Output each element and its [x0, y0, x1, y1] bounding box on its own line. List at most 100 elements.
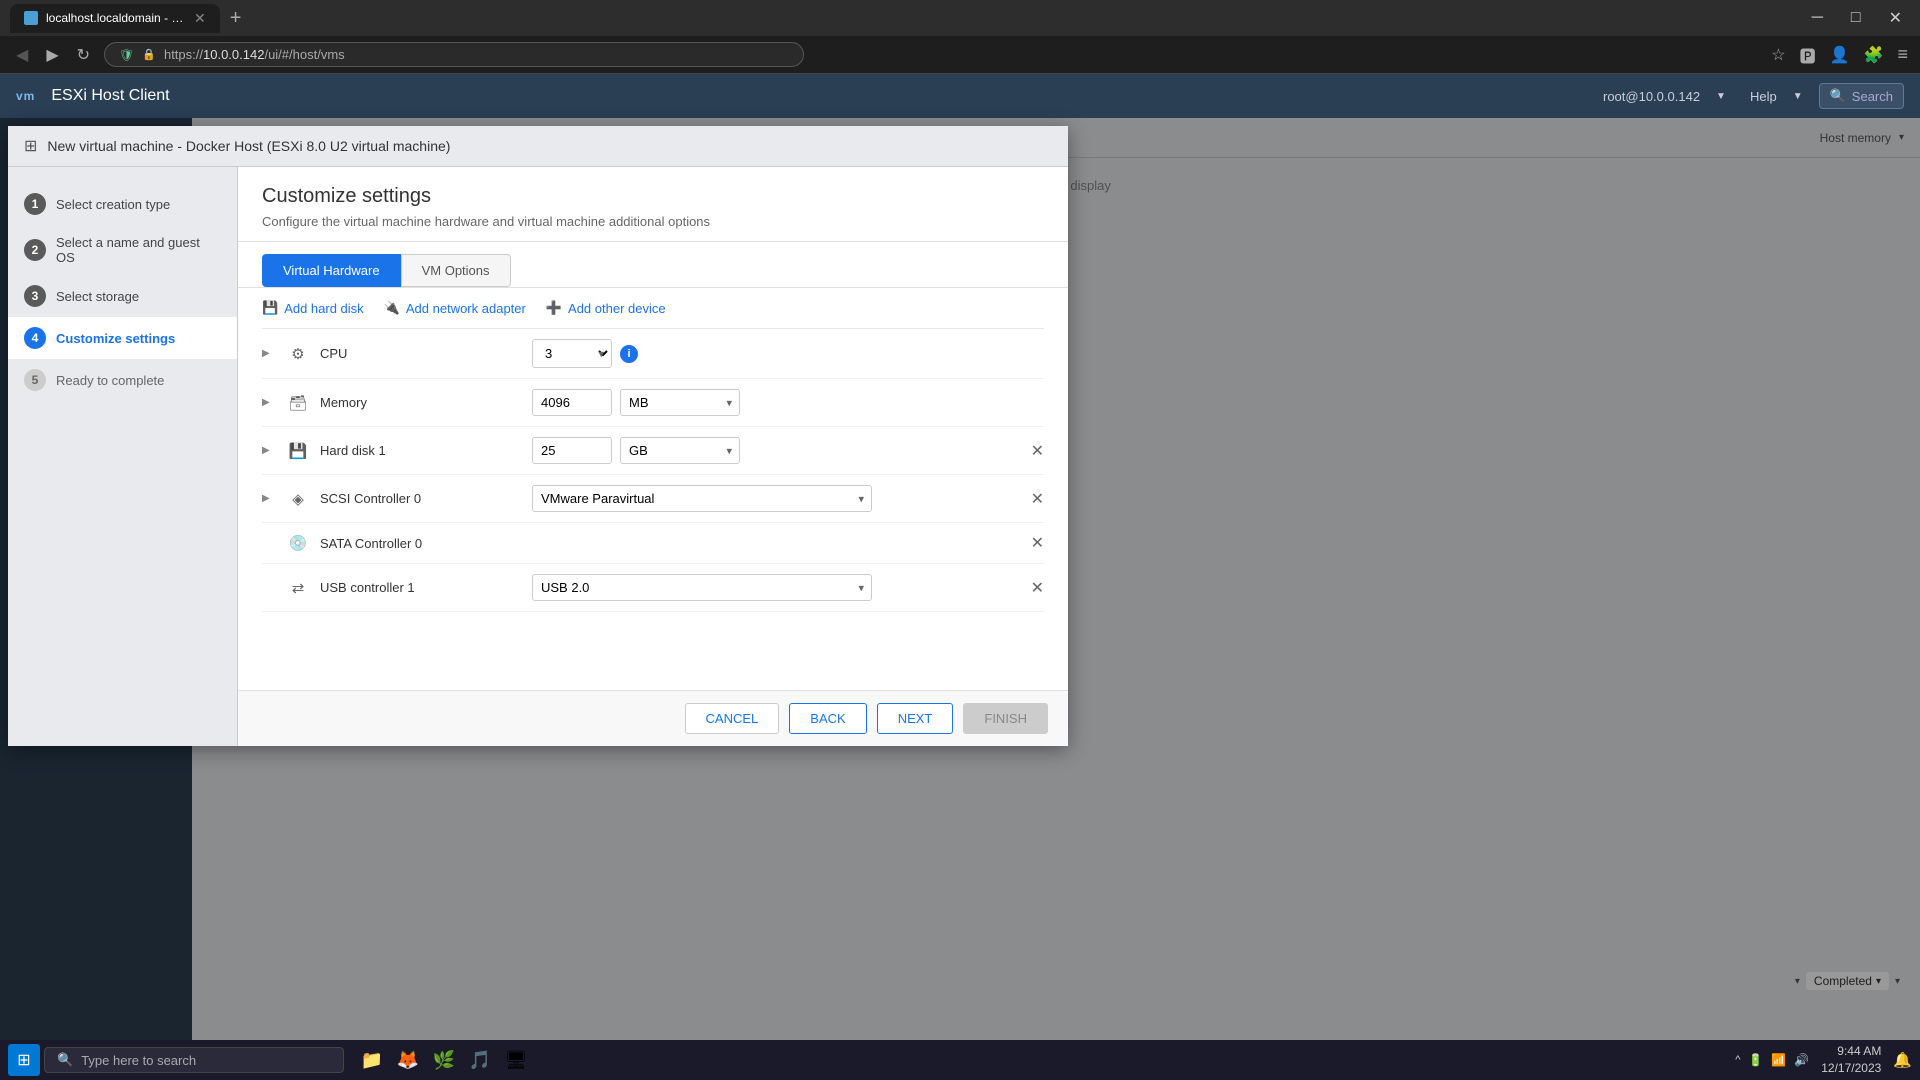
file-explorer-icon: 📁: [361, 1050, 383, 1071]
memory-expand-icon[interactable]: ▶: [262, 397, 276, 408]
start-button[interactable]: ⊞: [8, 1044, 40, 1076]
tab-close-icon[interactable]: ✕: [194, 10, 206, 27]
esxi-search-text: Search: [1852, 89, 1893, 104]
maximize-button[interactable]: □: [1843, 7, 1869, 29]
account-icon[interactable]: 👤: [1830, 45, 1850, 65]
content-subtitle: Configure the virtual machine hardware a…: [262, 214, 1044, 229]
usb-icon: ⇄: [288, 579, 308, 597]
usb-controls: USB 2.0 USB 3.0 USB 3.1 ✕: [532, 574, 1044, 601]
usb-remove-button[interactable]: ✕: [1031, 578, 1044, 598]
scsi-remove-button[interactable]: ✕: [1031, 489, 1044, 509]
esxi-help[interactable]: Help: [1750, 89, 1777, 104]
toolbar-right: ☆ 🅿 👤 🧩 ≡: [1771, 43, 1908, 67]
sata-remove-button[interactable]: ✕: [1031, 533, 1044, 553]
systray-chevron-icon[interactable]: ^: [1735, 1054, 1740, 1066]
usb-select[interactable]: USB 2.0 USB 3.0 USB 3.1: [532, 574, 872, 601]
address-bar[interactable]: 🛡 🔒 https://vm10.0.0.142/ui/#/host/vms: [104, 42, 804, 67]
taskbar-firefox-icon[interactable]: 🦊: [392, 1044, 424, 1076]
hard-disk-unit-wrapper: GB MB TB: [620, 437, 740, 464]
memory-unit-select[interactable]: MB GB: [620, 389, 740, 416]
esxi-search[interactable]: 🔍 Search: [1819, 83, 1904, 109]
cancel-button[interactable]: CANCEL: [685, 703, 780, 734]
nav-refresh-button[interactable]: ↻: [73, 41, 94, 69]
bg-content-area: Host memory ▾ No items to display ▾ Comp…: [192, 118, 1920, 1040]
hard-disk-icon: 💾: [288, 442, 308, 460]
step-5[interactable]: 5 Ready to complete: [192, 359, 237, 401]
dialog-footer: CANCEL BACK NEXT FINISH: [238, 690, 1068, 746]
step-3[interactable]: 3 Select storage: [192, 275, 237, 317]
active-browser-tab[interactable]: localhost.localdomain - VMware ✕: [10, 4, 220, 33]
hw-panel: 💾 Add hard disk 🔌 Add network adapter ➕: [238, 288, 1068, 690]
window-close-button[interactable]: ✕: [1881, 6, 1910, 30]
rdp-icon: 🖥: [505, 1050, 528, 1071]
add-devices-row: 💾 Add hard disk 🔌 Add network adapter ➕: [262, 288, 1044, 329]
bookmark-icon[interactable]: ☆: [1771, 45, 1785, 65]
notification-icon[interactable]: 🔔: [1893, 1051, 1912, 1069]
dialog-body: 1 Select creation type 2 Select a name a…: [192, 167, 1068, 746]
pocket-icon[interactable]: 🅿: [1800, 43, 1816, 67]
minimize-button[interactable]: ─: [1804, 7, 1831, 29]
tab-vm-options[interactable]: VM Options: [401, 254, 511, 287]
back-button[interactable]: BACK: [789, 703, 866, 734]
hard-disk-remove-button[interactable]: ✕: [1031, 441, 1044, 461]
step-4[interactable]: 4 Customize settings: [192, 317, 237, 359]
hard-disk-expand-icon[interactable]: ▶: [262, 445, 276, 456]
scsi-expand-icon[interactable]: ▶: [262, 493, 276, 504]
tab-title: localhost.localdomain - VMware: [46, 11, 186, 25]
memory-input[interactable]: [532, 389, 612, 416]
taskbar-file-explorer-icon[interactable]: 📁: [356, 1044, 388, 1076]
taskbar-spotify-icon[interactable]: 🎵: [464, 1044, 496, 1076]
step-2-label: Select a name and guest OS: [192, 235, 221, 265]
scsi-select[interactable]: VMware Paravirtual LSI Logic Parallel LS…: [532, 485, 872, 512]
wifi-icon: 📶: [1771, 1053, 1786, 1067]
esxi-user[interactable]: root@10.0.0.142: [1603, 89, 1700, 104]
nav-forward-button[interactable]: ▶: [42, 41, 62, 69]
clock-date: 12/17/2023: [1821, 1060, 1881, 1077]
hw-row-cpu: ▶ ⚙ CPU 3 1 2 4: [262, 329, 1044, 379]
firefox-icon: 🦊: [397, 1050, 419, 1071]
content-header: Customize settings Configure the virtual…: [238, 167, 1068, 242]
start-icon: ⊞: [17, 1050, 30, 1070]
menu-icon[interactable]: ≡: [1897, 44, 1908, 65]
add-hard-disk-icon: 💾: [262, 300, 278, 316]
add-other-device-label: Add other device: [568, 301, 666, 316]
next-button[interactable]: NEXT: [877, 703, 954, 734]
cpu-expand-icon[interactable]: ▶: [262, 348, 276, 359]
tabs-row: Virtual Hardware VM Options: [238, 242, 1068, 288]
extensions-icon[interactable]: 🧩: [1864, 45, 1884, 65]
hw-row-sata: 💿 SATA Controller 0 ✕: [262, 523, 1044, 564]
esxi-brand: ESXi Host Client: [51, 87, 169, 105]
clock-time: 9:44 AM: [1821, 1043, 1881, 1060]
esxi-nav-right: root@10.0.0.142 ▼ Help ▼ 🔍 Search: [1603, 83, 1904, 109]
usb-select-wrapper: USB 2.0 USB 3.0 USB 3.1: [532, 574, 872, 601]
esxi-header: vm ESXi Host Client root@10.0.0.142 ▼ He…: [0, 74, 1920, 118]
step-2[interactable]: 2 Select a name and guest OS: [192, 225, 237, 275]
esxi-help-dropdown-icon[interactable]: ▼: [1793, 91, 1803, 102]
taskbar-right: ^ 🔋 📶 🔊 9:44 AM 12/17/2023 🔔: [1735, 1043, 1912, 1077]
dialog-title: New virtual machine - Docker Host (ESXi …: [192, 138, 450, 154]
hard-disk-unit-select[interactable]: GB MB TB: [620, 437, 740, 464]
add-hard-disk-link[interactable]: 💾 Add hard disk: [262, 300, 364, 316]
taskbar-app1-icon[interactable]: 🌿: [428, 1044, 460, 1076]
cpu-input[interactable]: 3 1 2 4 8: [532, 339, 612, 368]
add-other-device-link[interactable]: ➕ Add other device: [546, 300, 666, 316]
add-network-adapter-link[interactable]: 🔌 Add network adapter: [384, 300, 526, 316]
dialog-overlay: ⊞ New virtual machine - Docker Host (ESX…: [192, 118, 1920, 1040]
window-controls: ─ □ ✕: [1804, 6, 1910, 30]
taskbar-clock[interactable]: 9:44 AM 12/17/2023: [1821, 1043, 1881, 1077]
esxi-user-dropdown-icon[interactable]: ▼: [1716, 91, 1726, 102]
hard-disk-input[interactable]: [532, 437, 612, 464]
new-tab-button[interactable]: +: [224, 7, 248, 30]
nav-back-button[interactable]: ◀: [12, 41, 32, 69]
step-1[interactable]: 1 Select creation type: [192, 183, 237, 225]
dialog-titlebar: ⊞ New virtual machine - Docker Host (ESX…: [192, 126, 1068, 167]
taskbar-rdp-icon[interactable]: 🖥: [500, 1044, 532, 1076]
tab-virtual-hardware[interactable]: Virtual Hardware: [262, 254, 401, 287]
add-other-device-icon: ➕: [546, 300, 562, 316]
hw-row-scsi: ▶ ◈ SCSI Controller 0 VMware Paravirtual…: [262, 475, 1044, 523]
taskbar-search[interactable]: 🔍 Type here to search: [44, 1047, 344, 1073]
cpu-controls: 3 1 2 4 8 i: [532, 339, 1044, 368]
cpu-info-icon[interactable]: i: [620, 345, 638, 363]
add-hard-disk-label: Add hard disk: [284, 301, 364, 316]
esxi-search-icon: 🔍: [1830, 88, 1846, 104]
